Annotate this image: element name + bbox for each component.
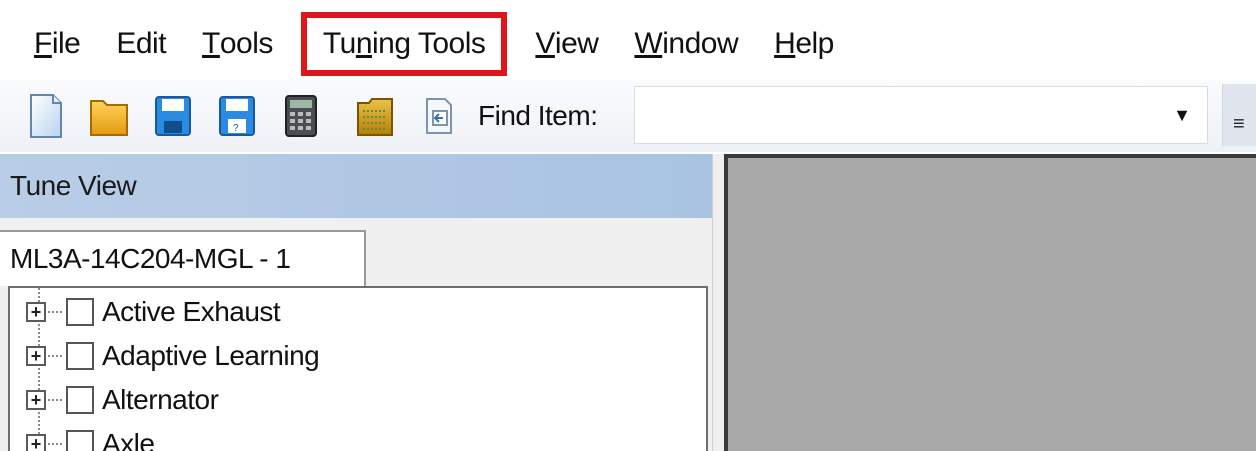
tune-tree: + Active Exhaust + Adaptive Learning + A…: [8, 286, 708, 451]
menu-tuning-tools-rest: ing Tools: [372, 27, 486, 60]
find-item-dropdown-button[interactable]: ▼: [1157, 87, 1207, 143]
tune-view-header: Tune View: [0, 154, 712, 218]
tab-tune-file-label: ML3A-14C204-MGL - 1: [10, 243, 291, 274]
open-folder-icon: [90, 100, 128, 136]
tree-item-checkbox[interactable]: [66, 342, 94, 370]
tree-item-checkbox[interactable]: [66, 430, 94, 451]
save-button[interactable]: [148, 91, 198, 141]
tree-item-alternator[interactable]: + Alternator: [26, 378, 219, 422]
export-icon: [426, 98, 452, 134]
tree-dots: [48, 443, 62, 445]
menu-bar: File Edit Tools Tu n ing Tools View Window…: [0, 10, 1256, 78]
menu-window[interactable]: Window: [616, 16, 756, 72]
calculator-button[interactable]: [276, 91, 326, 141]
compare-button[interactable]: [350, 91, 400, 141]
toolbar-overflow-grip[interactable]: ≡: [1222, 84, 1256, 146]
export-button[interactable]: [414, 91, 464, 141]
menu-tuning-tools-pre: Tu: [322, 27, 356, 60]
tree-item-adaptive-learning[interactable]: + Adaptive Learning: [26, 334, 320, 378]
menu-file-mnemonic: F: [34, 27, 52, 60]
tree-item-checkbox[interactable]: [66, 386, 94, 414]
workspace-area: [724, 154, 1256, 451]
tree-item-label: Active Exhaust: [102, 296, 281, 327]
new-document-icon: [30, 94, 62, 138]
menu-window-rest: indow: [662, 27, 739, 60]
expand-icon[interactable]: +: [26, 434, 46, 451]
save-icon: [155, 96, 191, 136]
menu-window-mnemonic: W: [634, 27, 663, 60]
tree-item-label: Alternator: [102, 384, 219, 415]
menu-help-mnemonic: H: [774, 27, 796, 60]
calculator-icon: [285, 95, 317, 137]
menu-view[interactable]: View: [517, 16, 616, 72]
tree-dots: [48, 399, 62, 401]
find-item-input[interactable]: [635, 87, 1155, 143]
new-button[interactable]: [20, 91, 70, 141]
menu-file-rest: ile: [51, 27, 81, 60]
compare-icon: [357, 98, 393, 136]
find-item-combobox[interactable]: ▼: [634, 86, 1208, 144]
svg-text:?: ?: [233, 123, 239, 134]
save-as-icon: ?: [219, 96, 255, 136]
tree-item-label: Axle: [102, 428, 155, 451]
menu-edit-label: Edit: [116, 27, 167, 60]
tree-item-checkbox[interactable]: [66, 298, 94, 326]
menu-edit[interactable]: Edit: [98, 16, 184, 72]
menu-tools[interactable]: Tools: [184, 16, 291, 72]
expand-icon[interactable]: +: [26, 302, 46, 322]
expand-icon[interactable]: +: [26, 346, 46, 366]
open-button[interactable]: [84, 91, 134, 141]
chevron-down-icon: ▼: [1173, 104, 1191, 125]
tree-dots: [48, 311, 62, 313]
tune-view-panel: Tune View ML3A-14C204-MGL - 1 + Active E…: [0, 154, 712, 451]
tab-tune-file[interactable]: ML3A-14C204-MGL - 1: [0, 230, 366, 286]
tree-dots: [48, 355, 62, 357]
menu-tuning-tools-mnemonic: n: [355, 27, 373, 60]
menu-help[interactable]: Help: [756, 16, 852, 72]
expand-icon[interactable]: +: [26, 390, 46, 410]
menu-tools-rest: ools: [219, 27, 274, 60]
find-item-label: Find Item:: [478, 100, 598, 131]
menu-tuning-tools[interactable]: Tu n ing Tools: [300, 12, 508, 76]
app-window: File Edit Tools Tu n ing Tools View Window…: [0, 0, 1256, 451]
tree-item-active-exhaust[interactable]: + Active Exhaust: [26, 290, 281, 334]
toolbar: ? Find Item: ▼ ≡: [0, 80, 1256, 152]
overflow-icon: ≡: [1233, 113, 1245, 135]
menu-tools-mnemonic: T: [202, 27, 220, 60]
menu-view-rest: iew: [554, 27, 599, 60]
menu-view-mnemonic: V: [535, 27, 555, 60]
top-strip: [0, 0, 1256, 10]
tree-item-label: Adaptive Learning: [102, 340, 320, 371]
save-as-button[interactable]: ?: [212, 91, 262, 141]
tune-view-title: Tune View: [10, 170, 137, 201]
tree-item-axle[interactable]: + Axle: [26, 422, 155, 451]
menu-help-rest: elp: [795, 27, 834, 60]
menu-file[interactable]: File: [0, 16, 98, 72]
